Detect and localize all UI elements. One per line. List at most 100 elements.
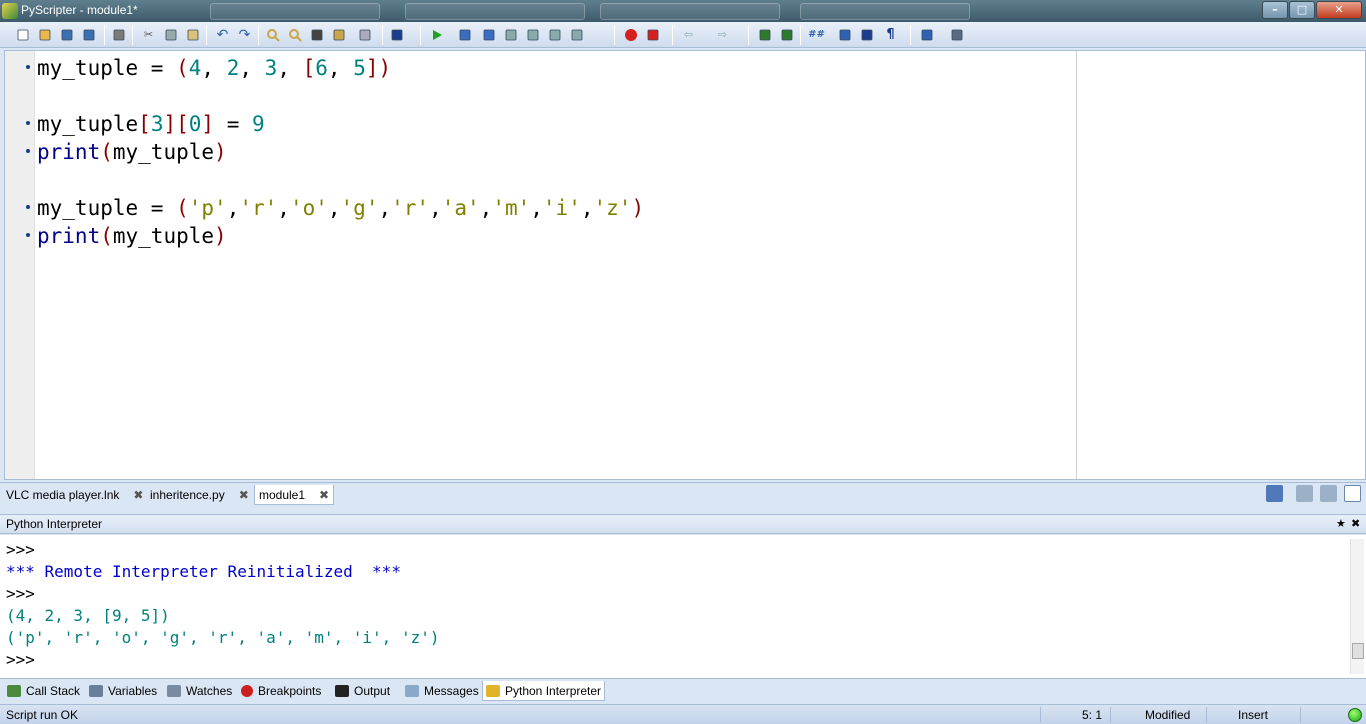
code-token: 2 (226, 56, 240, 80)
undo-icon[interactable]: ↶ (214, 26, 231, 43)
indent-icon[interactable] (756, 26, 773, 43)
tab-watches[interactable]: Watches (164, 681, 235, 701)
close-tab-icon[interactable]: ✖ (319, 488, 329, 502)
file-tab-module1[interactable]: module1 ✖ (254, 485, 335, 505)
save-all-icon[interactable] (80, 26, 97, 43)
code-token: ( (100, 224, 113, 248)
syntax-check-icon[interactable] (388, 26, 405, 43)
interpreter-line: >>> (6, 650, 35, 669)
minimize-button[interactable]: – (1262, 1, 1288, 19)
toggle-breakpoint-icon[interactable] (622, 26, 639, 43)
code-token: 0 (188, 112, 202, 136)
tab-label: Python Interpreter (505, 683, 602, 698)
debug-icon[interactable] (456, 26, 473, 43)
file-tab-inheritence[interactable]: inheritence.py ✖ (146, 485, 253, 505)
code-token: ( (100, 140, 113, 164)
code-token: 'g' (340, 196, 379, 220)
open-icon[interactable] (36, 26, 53, 43)
file-tab-vlc[interactable]: VLC media player.lnk ✖ (2, 485, 147, 505)
cursor-position: 5: 1 (1082, 708, 1103, 722)
code-line: print(my_tuple) (37, 138, 227, 166)
code-token: my_tuple (37, 196, 139, 220)
run-icon[interactable] (428, 26, 445, 43)
code-editor[interactable]: my_tuple = (4, 2, 3, [6, 5]) my_tuple[3][… (4, 50, 1366, 480)
code-token: print (37, 224, 101, 248)
vertical-scrollbar[interactable] (1350, 539, 1364, 674)
tab-label: Messages (424, 684, 479, 698)
layouts-icon[interactable] (948, 26, 965, 43)
toggle-view-icon[interactable] (858, 26, 875, 43)
code-token: , (580, 196, 594, 220)
redo-icon[interactable]: ↷ (236, 26, 253, 43)
code-token: 'i' (542, 196, 581, 220)
layout-icon[interactable] (918, 26, 935, 43)
replace-icon[interactable] (308, 26, 325, 43)
save-icon[interactable] (58, 26, 75, 43)
forward-icon[interactable]: ⇨ (714, 26, 731, 43)
dedent-icon[interactable] (778, 26, 795, 43)
goto-icon[interactable] (356, 26, 373, 43)
toolbar-separator (614, 25, 615, 45)
interpreter-header: Python Interpreter ★ ✖ (0, 514, 1366, 534)
back-icon[interactable]: ⇦ (680, 26, 697, 43)
toolbar-separator (800, 25, 801, 45)
code-token: = (138, 196, 177, 220)
code-token: my_tuple (37, 112, 139, 136)
close-tab-icon[interactable]: ✖ (133, 488, 143, 502)
code-token: , (327, 56, 354, 80)
interpreter-output[interactable]: >>> *** Remote Interpreter Reinitialized … (0, 535, 1366, 678)
code-token: 'z' (593, 196, 632, 220)
pin-icon[interactable]: ★ (1336, 517, 1346, 530)
window-title: PyScripter - module1* (21, 3, 138, 17)
watches-icon (167, 685, 181, 697)
tab-python-interpreter[interactable]: Python Interpreter (482, 681, 606, 701)
step-out-icon[interactable] (524, 26, 541, 43)
step-into-icon[interactable] (480, 26, 497, 43)
close-tab-icon[interactable]: ✖ (239, 488, 249, 502)
whitespace-icon[interactable]: ¶ (882, 26, 899, 43)
line-marker (26, 121, 30, 125)
tab-messages[interactable]: Messages (402, 681, 482, 701)
code-token: 9 (252, 112, 265, 136)
copy-icon[interactable] (162, 26, 179, 43)
file-explorer-icon[interactable] (1266, 485, 1283, 502)
code-token: ( (176, 196, 189, 220)
file-tab-label: VLC media player.lnk (6, 488, 120, 502)
clear-breakpoints-icon[interactable] (644, 26, 661, 43)
new-file-icon[interactable] (14, 26, 31, 43)
code-token: ]) (365, 56, 392, 80)
close-button[interactable]: ✕ (1316, 1, 1362, 19)
find-icon[interactable] (264, 26, 281, 43)
code-token: , (378, 196, 392, 220)
close-panel-icon[interactable]: ✖ (1351, 517, 1360, 530)
tab-variables[interactable]: Variables (86, 681, 160, 701)
code-token: 'a' (441, 196, 480, 220)
scrollbar-thumb[interactable] (1352, 643, 1364, 659)
step-over-icon[interactable] (502, 26, 519, 43)
find-next-icon[interactable] (286, 26, 303, 43)
right-margin-line (1076, 51, 1077, 479)
tab-new-icon[interactable] (1296, 485, 1313, 502)
abort-icon[interactable] (568, 26, 585, 43)
find-in-files-icon[interactable] (330, 26, 347, 43)
pyscripter-app-icon (2, 3, 18, 19)
file-tab-label: inheritence.py (150, 488, 225, 502)
uncomment-icon[interactable] (836, 26, 853, 43)
code-token: ] (201, 112, 215, 136)
pause-icon[interactable] (546, 26, 563, 43)
toolbar-separator (132, 25, 133, 45)
modified-indicator: Modified (1145, 708, 1191, 722)
tab-list-icon[interactable] (1320, 485, 1337, 502)
cut-icon[interactable]: ✂ (140, 26, 157, 43)
print-icon[interactable] (110, 26, 127, 43)
comment-icon[interactable]: ## (808, 26, 825, 43)
maximize-button[interactable]: □ (1289, 1, 1315, 19)
panel-splitter[interactable] (0, 506, 1366, 514)
tab-close-all-icon[interactable] (1344, 485, 1361, 502)
tab-breakpoints[interactable]: Breakpoints (238, 681, 324, 701)
tab-output[interactable]: Output (332, 681, 393, 701)
code-token: 4 (188, 56, 202, 80)
paste-icon[interactable] (184, 26, 201, 43)
tab-label: Variables (108, 684, 158, 698)
tab-call-stack[interactable]: Call Stack (4, 681, 83, 701)
